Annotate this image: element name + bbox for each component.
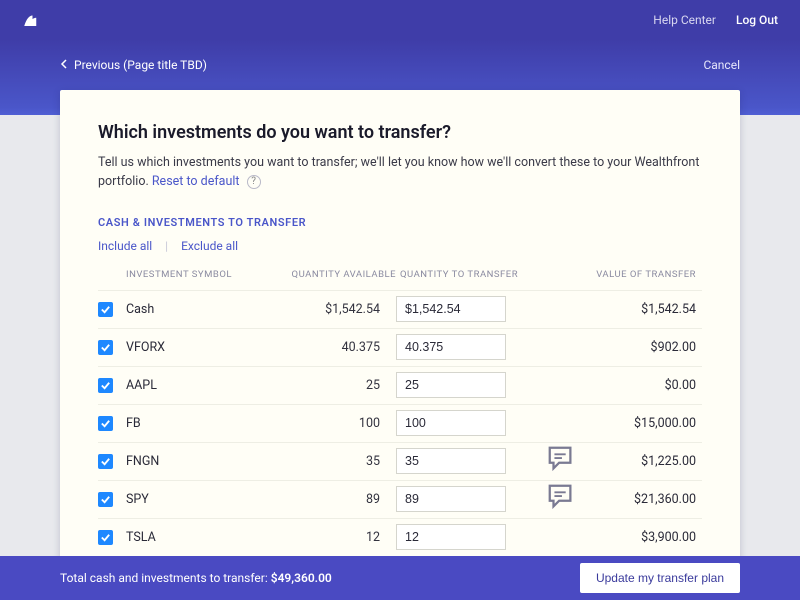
row-symbol: VFORX [126, 340, 276, 355]
table-row: VFORX40.375 $902.00 [98, 328, 702, 366]
investments-table: INVESTMENT SYMBOL QUANTITY AVAILABLE QUA… [98, 265, 702, 556]
col-qty-available: QUANTITY AVAILABLE [276, 269, 396, 280]
footer-total: Total cash and investments to transfer: … [60, 571, 580, 585]
row-qty-input[interactable] [396, 524, 506, 550]
col-value: VALUE OF TRANSFER [576, 269, 696, 280]
col-qty-transfer: QUANTITY TO TRANSFER [396, 269, 546, 280]
table-row: TSLA12 $3,900.00 [98, 518, 702, 556]
row-qty-available: 35 [276, 454, 396, 469]
include-all-link[interactable]: Include all [98, 239, 152, 253]
logout-link[interactable]: Log Out [736, 13, 778, 27]
row-qty-input[interactable] [396, 296, 506, 322]
row-qty-input[interactable] [396, 448, 506, 474]
row-qty-available: 25 [276, 378, 396, 393]
row-checkbox[interactable] [98, 416, 113, 431]
table-row: Cash$1,542.54$1,542.54 [98, 290, 702, 328]
table-row: AAPL25 $0.00 [98, 366, 702, 404]
row-symbol: AAPL [126, 378, 276, 393]
row-value: $3,900.00 [576, 530, 696, 545]
row-qty-available: 100 [276, 416, 396, 431]
cancel-link[interactable]: Cancel [703, 58, 740, 72]
main-panel: Which investments do you want to transfe… [60, 90, 740, 560]
row-qty-available: 12 [276, 530, 396, 545]
row-value: $902.00 [576, 340, 696, 355]
comment-icon[interactable] [546, 501, 576, 516]
exclude-all-link[interactable]: Exclude all [181, 239, 238, 253]
row-checkbox[interactable] [98, 340, 113, 355]
table-row: FB100 $15,000.00 [98, 404, 702, 442]
comment-icon[interactable] [546, 463, 576, 478]
page-title: Which investments do you want to transfe… [98, 122, 702, 143]
row-checkbox[interactable] [98, 302, 113, 317]
update-plan-button[interactable]: Update my transfer plan [580, 563, 740, 593]
row-symbol: FB [126, 416, 276, 431]
previous-link[interactable]: Previous (Page title TBD) [74, 58, 207, 72]
help-center-link[interactable]: Help Center [653, 13, 716, 27]
table-row: SPY89 $21,360.00 [98, 480, 702, 518]
col-symbol: INVESTMENT SYMBOL [126, 269, 276, 280]
table-row: FNGN35 $1,225.00 [98, 442, 702, 480]
row-qty-available: 89 [276, 492, 396, 507]
row-symbol: FNGN [126, 454, 276, 469]
row-checkbox[interactable] [98, 378, 113, 393]
row-value: $15,000.00 [576, 416, 696, 431]
row-qty-input[interactable] [396, 486, 506, 512]
row-qty-input[interactable] [396, 334, 506, 360]
row-qty-available: 40.375 [276, 340, 396, 355]
page-description: Tell us which investments you want to tr… [98, 153, 702, 192]
row-value: $1,225.00 [576, 454, 696, 469]
reset-default-link[interactable]: Reset to default [152, 174, 240, 189]
chevron-left-icon [60, 58, 68, 72]
row-checkbox[interactable] [98, 530, 113, 545]
footer-bar: Total cash and investments to transfer: … [0, 556, 800, 600]
row-value: $21,360.00 [576, 492, 696, 507]
row-symbol: Cash [126, 302, 276, 317]
row-symbol: SPY [126, 492, 276, 507]
section-label: CASH & INVESTMENTS TO TRANSFER [98, 216, 702, 229]
row-value: $0.00 [576, 378, 696, 393]
logo-icon [22, 11, 40, 29]
row-checkbox[interactable] [98, 492, 113, 507]
row-qty-input[interactable] [396, 372, 506, 398]
row-value: $1,542.54 [576, 302, 696, 317]
top-bar: Help Center Log Out [0, 0, 800, 40]
row-symbol: TSLA [126, 530, 276, 545]
row-qty-available: $1,542.54 [276, 302, 396, 317]
row-checkbox[interactable] [98, 454, 113, 469]
row-qty-input[interactable] [396, 410, 506, 436]
help-icon[interactable]: ? [247, 175, 261, 189]
